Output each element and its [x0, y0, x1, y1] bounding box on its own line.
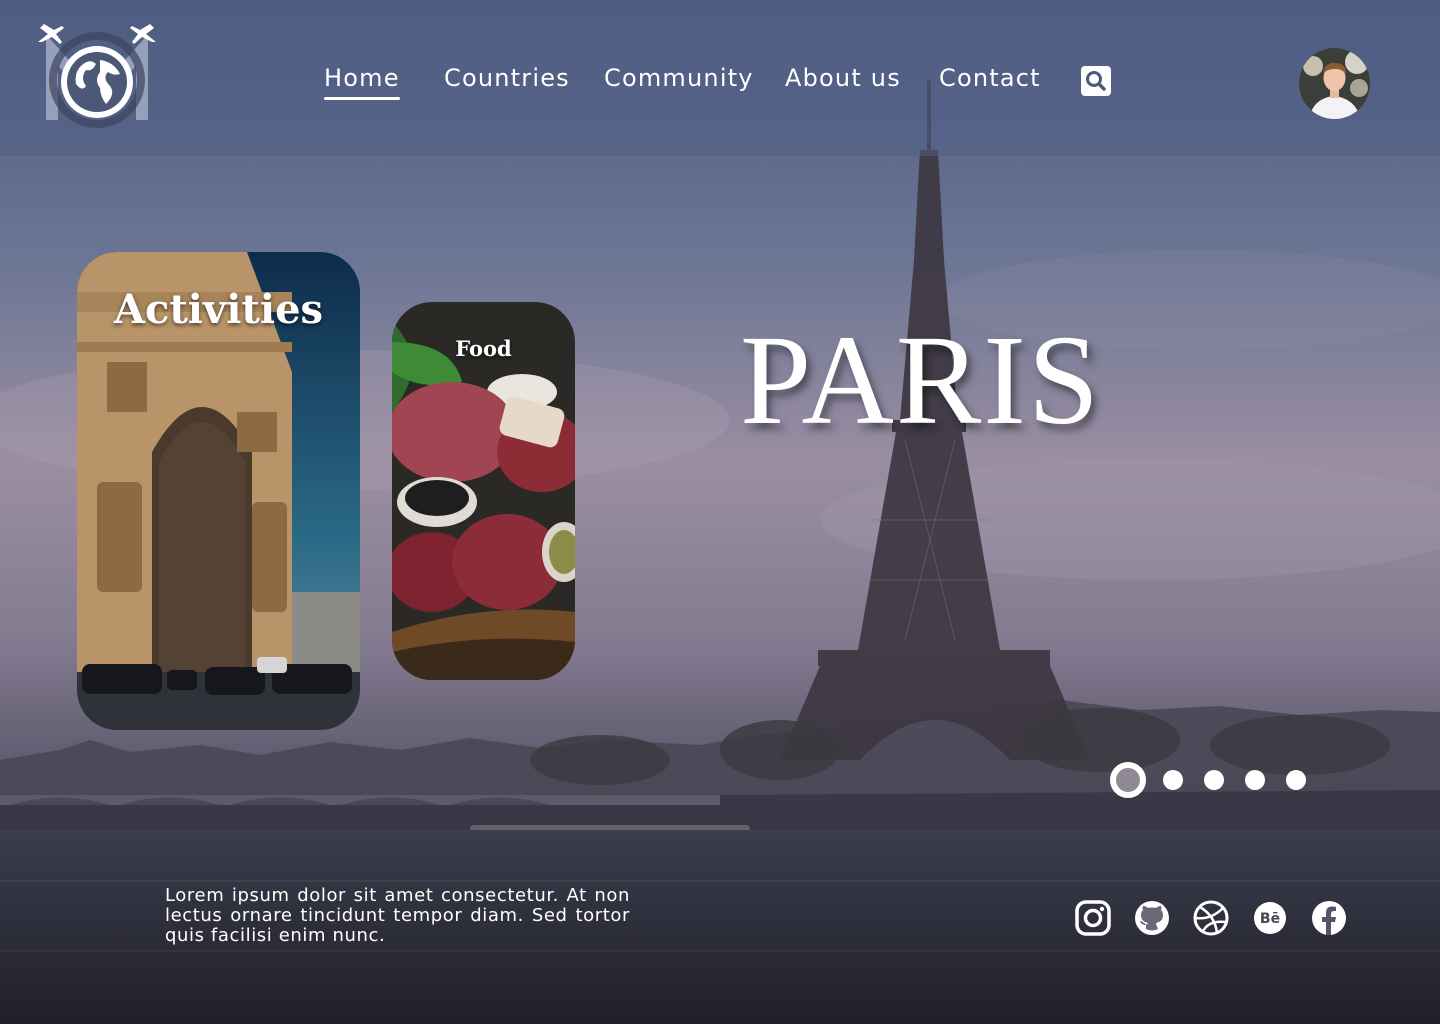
header-bar: Home Countries Community About us Contac… [0, 0, 1440, 156]
carousel-dot-2[interactable] [1163, 770, 1183, 790]
footer-description: Lorem ipsum dolor sit amet consectetur. … [165, 885, 630, 946]
card-activities[interactable]: Activities [77, 252, 360, 730]
facebook-icon[interactable] [1309, 898, 1349, 938]
carousel-dot-4[interactable] [1245, 770, 1265, 790]
instagram-icon[interactable] [1073, 898, 1113, 938]
card-food-title: Food [455, 336, 512, 361]
search-button[interactable] [1081, 66, 1111, 96]
nav-countries[interactable]: Countries [444, 64, 570, 92]
dribbble-icon[interactable] [1191, 898, 1231, 938]
logo-icon[interactable] [34, 20, 160, 135]
carousel-dot-3[interactable] [1204, 770, 1224, 790]
behance-icon[interactable]: Bē [1250, 898, 1290, 938]
nav-contact[interactable]: Contact [939, 64, 1041, 92]
nav-home[interactable]: Home [324, 64, 400, 100]
nav-community[interactable]: Community [604, 64, 754, 92]
card-activities-title: Activities [113, 286, 324, 333]
user-avatar[interactable] [1299, 48, 1370, 119]
svg-text:Bē: Bē [1260, 911, 1280, 927]
city-title: PARIS [740, 309, 1102, 451]
search-icon [1086, 71, 1106, 91]
carousel-pagination [1110, 760, 1310, 800]
nav-about-us[interactable]: About us [785, 64, 901, 92]
card-food[interactable]: Food [392, 302, 575, 680]
avatar-image [1299, 48, 1370, 119]
carousel-dot-5[interactable] [1286, 770, 1306, 790]
github-icon[interactable] [1132, 898, 1172, 938]
carousel-dot-1[interactable] [1110, 762, 1146, 798]
